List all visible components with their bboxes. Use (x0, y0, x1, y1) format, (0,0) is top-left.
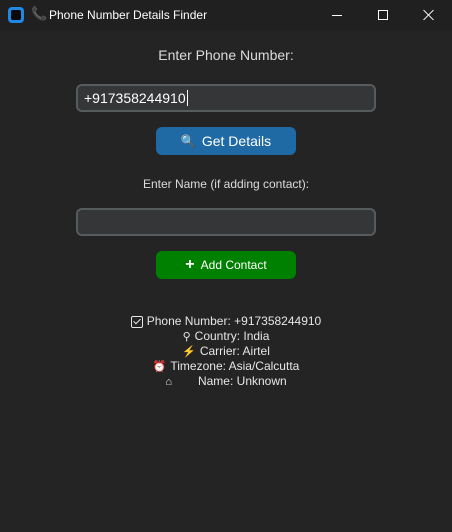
phone-input-value: +917358244910 (84, 90, 186, 106)
plus-icon: + (185, 256, 195, 273)
tag-icon: ⌂ (165, 375, 172, 388)
result-phone-number: Phone Number: +917358244910 (0, 314, 452, 329)
result-country: ⚲ Country: India (0, 329, 452, 344)
result-country-text: Country: India (194, 329, 270, 343)
app-icon (8, 7, 24, 23)
results-panel: Phone Number: +917358244910 ⚲ Country: I… (0, 314, 452, 389)
minimize-button[interactable] (314, 0, 360, 30)
close-icon (423, 9, 435, 21)
get-details-button[interactable]: 🔍 Get Details (156, 127, 296, 155)
name-input[interactable] (76, 208, 376, 236)
antenna-icon: ⚡ (182, 345, 196, 358)
add-contact-button[interactable]: + Add Contact (156, 251, 296, 279)
result-phone-number-text: Phone Number: +917358244910 (146, 314, 322, 328)
phone-label: Enter Phone Number: (158, 47, 294, 63)
maximize-button[interactable] (360, 0, 406, 30)
phone-input[interactable]: +917358244910 (76, 84, 376, 112)
maximize-icon (378, 10, 388, 20)
minimize-icon (332, 14, 342, 16)
result-timezone-text: Timezone: Asia/Calcutta (170, 359, 300, 373)
alarm-clock-icon: ⏰ (152, 360, 167, 373)
result-name-text: Name: Unknown (197, 374, 287, 388)
result-name: ⌂ Name: Unknown (0, 374, 452, 389)
phone-icon: 📞 (31, 7, 48, 22)
window-title: Phone Number Details Finder (49, 8, 208, 22)
text-caret (186, 90, 188, 106)
result-carrier-text: Carrier: Airtel (199, 344, 270, 358)
add-contact-label: Add Contact (200, 258, 267, 272)
magnifier-icon: 🔍 (180, 134, 196, 148)
get-details-label: Get Details (201, 133, 272, 149)
result-timezone: ⏰ Timezone: Asia/Calcutta (0, 359, 452, 374)
close-button[interactable] (406, 0, 452, 30)
pin-icon: ⚲ (182, 330, 191, 343)
result-carrier: ⚡ Carrier: Airtel (0, 344, 452, 359)
name-label: Enter Name (if adding contact): (142, 177, 310, 191)
checkbox-icon (130, 315, 143, 328)
title-bar: 📞 Phone Number Details Finder (0, 0, 452, 30)
